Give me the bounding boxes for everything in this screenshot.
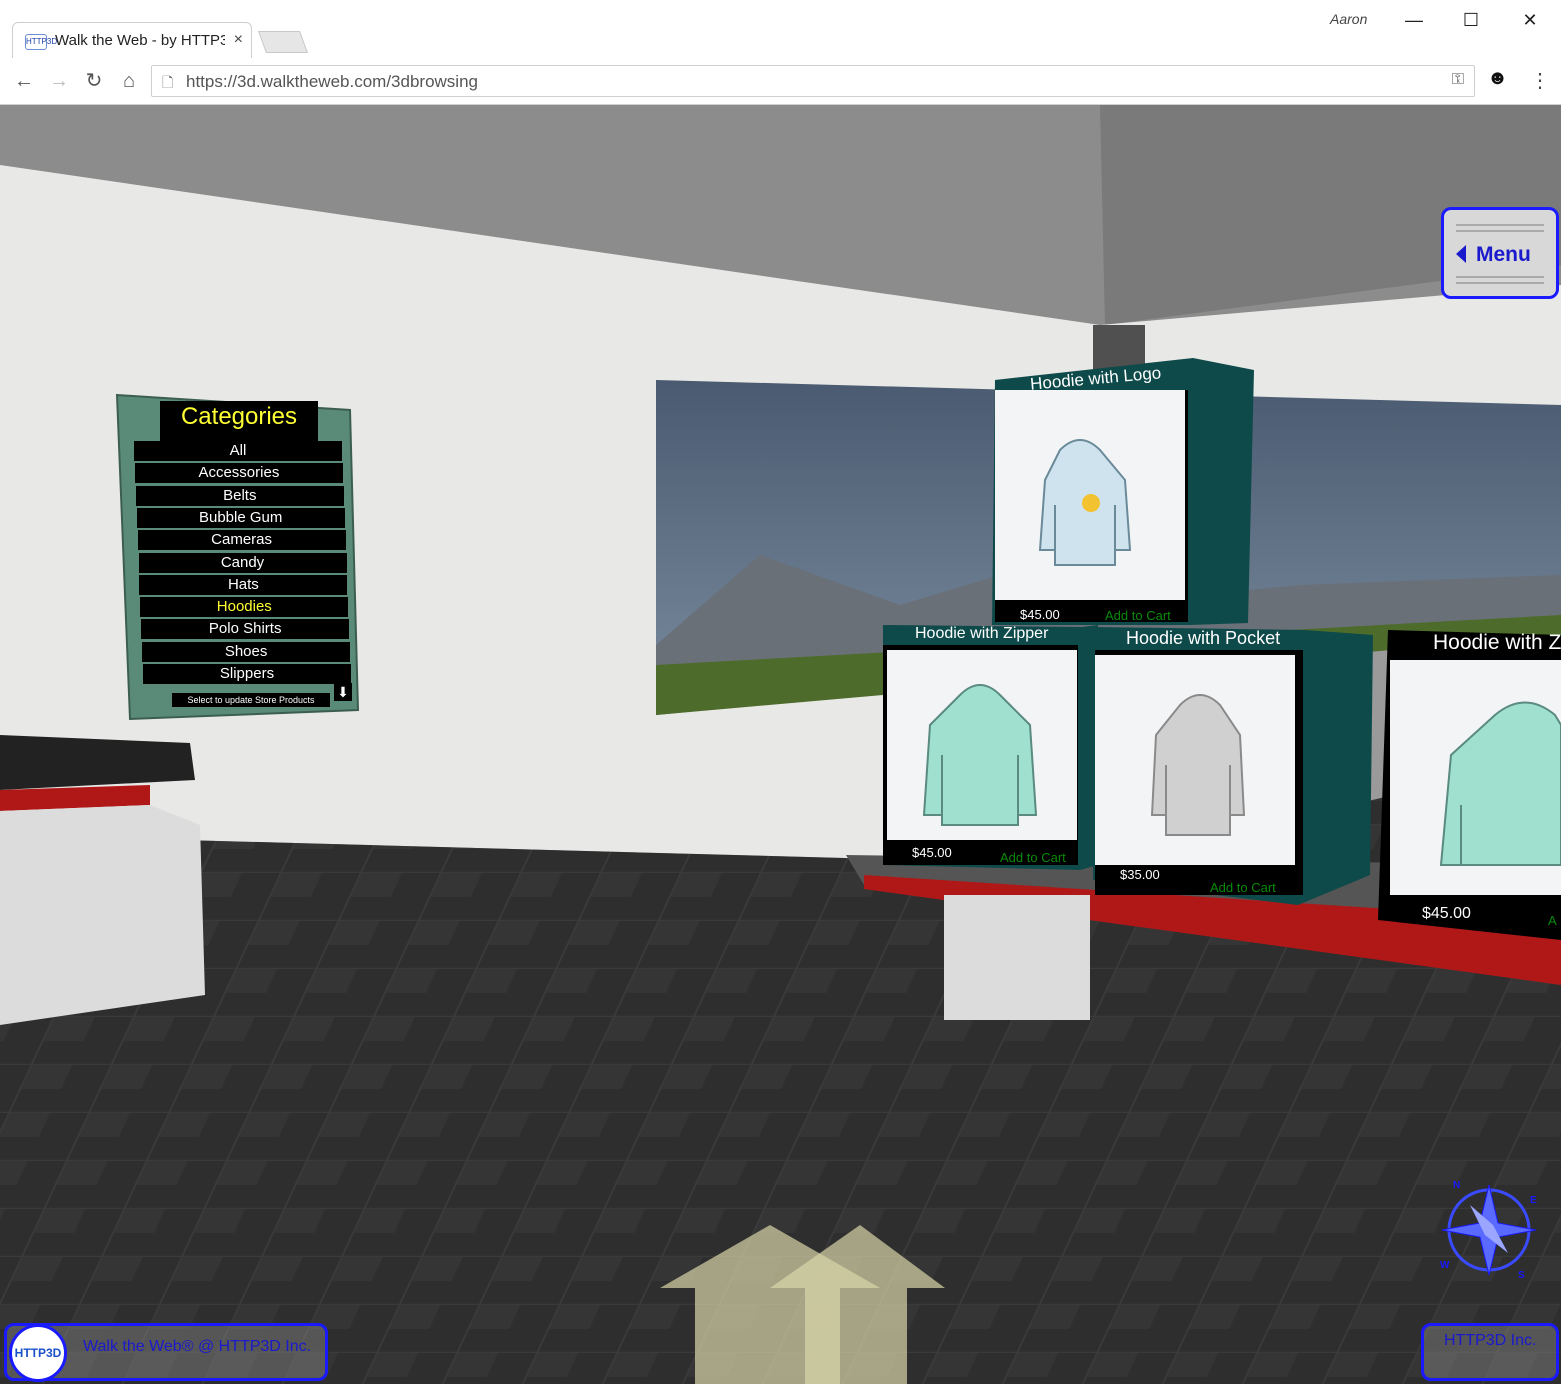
footer-left-text[interactable]: Walk the Web® @ HTTP3D Inc. <box>83 1338 311 1356</box>
menu-button[interactable]: Menu <box>1441 207 1559 299</box>
http3d-logo-icon[interactable]: HTTP3D <box>9 1324 67 1382</box>
product-title-z[interactable]: Hoodie with Z <box>1433 631 1561 655</box>
tab-title: Walk the Web - by HTTP3D <box>55 32 225 49</box>
counter-base <box>0 805 205 1025</box>
product-price-zipper: $45.00 <box>912 845 952 860</box>
compass-e: E <box>1530 1195 1537 1206</box>
extension-icon[interactable]: ☻ <box>1487 67 1508 90</box>
category-item[interactable]: Accessories <box>134 463 343 484</box>
scene-canvas <box>0 105 1561 1384</box>
compass-s: S <box>1518 1270 1525 1281</box>
key-icon[interactable]: ⚿ <box>1452 71 1464 89</box>
category-item[interactable]: Belts <box>135 485 344 506</box>
3d-viewport[interactable]: Categories All Accessories Belts Bubble Gum… <box>0 105 1561 1384</box>
browser-menu-icon[interactable]: ⋮ <box>1530 68 1550 93</box>
forward-button[interactable]: → <box>45 68 73 94</box>
shelf-leg <box>944 895 1090 1020</box>
category-item[interactable]: Bubble Gum <box>136 507 345 528</box>
http3d-favicon-icon: HTTP3D <box>25 34 57 50</box>
compass-n: N <box>1453 1180 1461 1191</box>
footer-walk-the-web[interactable]: HTTP3D Walk the Web® @ HTTP3D Inc. <box>4 1323 328 1382</box>
category-item[interactable]: Hoodies <box>140 597 349 618</box>
category-item[interactable]: Candy <box>138 552 347 573</box>
browser-tab[interactable]: HTTP3D Walk the Web - by HTTP3D × <box>12 22 252 58</box>
menu-line <box>1456 224 1544 226</box>
add-to-cart-z-button[interactable]: A <box>1548 913 1557 928</box>
tab-close-icon[interactable]: × <box>234 31 243 49</box>
category-item[interactable]: Hats <box>139 574 348 595</box>
new-tab-button[interactable] <box>257 31 309 53</box>
category-item[interactable]: All <box>134 441 342 461</box>
user-name[interactable]: Aaron <box>1330 11 1367 27</box>
home-button[interactable]: ⌂ <box>115 68 143 94</box>
product-price-logo: $45.00 <box>1020 607 1060 622</box>
category-item[interactable]: Cameras <box>137 530 346 551</box>
categories-scroll-down-icon[interactable]: ⬇ <box>334 683 352 701</box>
product-price-z: $45.00 <box>1422 905 1471 922</box>
close-window-button[interactable]: ✕ <box>1510 6 1550 34</box>
menu-label: Menu <box>1476 243 1531 266</box>
menu-arrow-icon <box>1456 245 1466 263</box>
menu-line <box>1456 276 1544 278</box>
product-title-zipper[interactable]: Hoodie with Zipper <box>915 625 1048 643</box>
footer-http3d[interactable]: HTTP3D Inc. <box>1421 1323 1559 1381</box>
footer-right-text[interactable]: HTTP3D Inc. <box>1444 1332 1536 1350</box>
category-item[interactable]: Shoes <box>142 641 351 662</box>
reload-button[interactable]: ↻ <box>80 68 108 94</box>
category-item[interactable]: Slippers <box>143 664 351 684</box>
categories-hint: Select to update Store Products <box>172 693 330 707</box>
menu-line <box>1456 282 1544 284</box>
address-bar[interactable]: 🗋 https://3d.walktheweb.com/3dbrowsing ⚿ <box>151 65 1475 97</box>
back-button[interactable]: ← <box>10 68 38 94</box>
add-to-cart-zipper-button[interactable]: Add to Cart <box>1000 850 1066 865</box>
compass-w: W <box>1440 1260 1450 1271</box>
add-to-cart-pocket-button[interactable]: Add to Cart <box>1210 880 1276 895</box>
product-price-pocket: $35.00 <box>1120 867 1160 882</box>
maximize-button[interactable]: ☐ <box>1451 6 1491 34</box>
url-text[interactable]: https://3d.walktheweb.com/3dbrowsing <box>186 72 478 92</box>
categories-title: Categories <box>180 403 298 430</box>
menu-line <box>1456 230 1544 232</box>
minimize-button[interactable]: — <box>1394 6 1434 34</box>
add-to-cart-logo-button[interactable]: Add to Cart <box>1105 608 1171 623</box>
browser-toolbar: ← → ↻ ⌂ 🗋 https://3d.walktheweb.com/3dbr… <box>0 58 1561 105</box>
page-icon: 🗋 <box>162 74 174 90</box>
product-title-pocket[interactable]: Hoodie with Pocket <box>1126 628 1280 649</box>
title-bar: HTTP3D Walk the Web - by HTTP3D × Aaron … <box>0 0 1561 59</box>
category-item[interactable]: Polo Shirts <box>141 619 350 640</box>
